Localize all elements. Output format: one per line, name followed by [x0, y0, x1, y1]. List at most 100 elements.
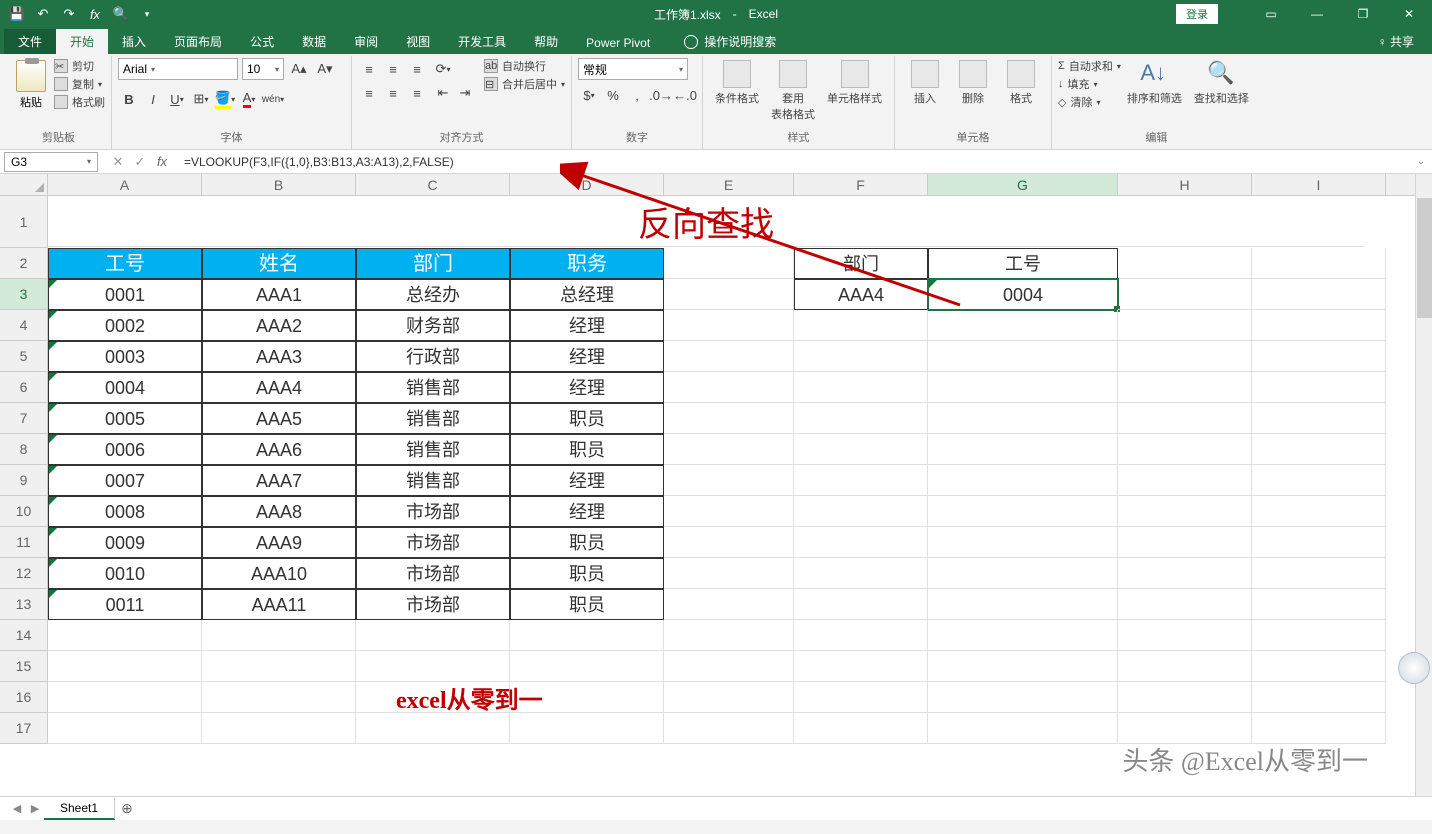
fill-color-button[interactable]: 🪣▾	[214, 88, 236, 110]
cell-D11[interactable]: 职员	[510, 527, 664, 558]
assistant-icon[interactable]	[1398, 652, 1430, 684]
cell-B12[interactable]: AAA10	[202, 558, 356, 589]
col-header-F[interactable]: F	[794, 174, 928, 195]
save-icon[interactable]: 💾	[6, 3, 28, 25]
tab-help[interactable]: 帮助	[520, 29, 572, 54]
autosum-button[interactable]: Σ自动求和▾	[1058, 58, 1121, 74]
col-header-H[interactable]: H	[1118, 174, 1252, 195]
select-all-button[interactable]	[0, 174, 48, 195]
number-format-combo[interactable]: 常规▾	[578, 58, 688, 80]
cell-G13[interactable]	[928, 589, 1118, 620]
orientation-button[interactable]: ⟳▾	[432, 58, 454, 80]
cell-F9[interactable]	[794, 465, 928, 496]
cell-B13[interactable]: AAA11	[202, 589, 356, 620]
cell-E5[interactable]	[664, 341, 794, 372]
cell-styles-button[interactable]: 单元格样式	[821, 58, 888, 108]
underline-button[interactable]: U▾	[166, 88, 188, 110]
wrap-text-button[interactable]: ab自动换行	[484, 58, 565, 74]
cell-B3[interactable]: AAA1	[202, 279, 356, 310]
cell-G3[interactable]: 0004	[928, 279, 1118, 310]
cell-B7[interactable]: AAA5	[202, 403, 356, 434]
cell-G6[interactable]	[928, 372, 1118, 403]
find-select-button[interactable]: 🔍查找和选择	[1188, 58, 1255, 108]
cell-B8[interactable]: AAA6	[202, 434, 356, 465]
cell-H4[interactable]	[1118, 310, 1252, 341]
cell-I7[interactable]	[1252, 403, 1386, 434]
confirm-formula-button[interactable]: ✓	[130, 154, 150, 170]
tab-file[interactable]: 文件	[4, 29, 56, 54]
cell-E4[interactable]	[664, 310, 794, 341]
cell-C2[interactable]: 部门	[356, 248, 510, 279]
cell-B10[interactable]: AAA8	[202, 496, 356, 527]
cell-C12[interactable]: 市场部	[356, 558, 510, 589]
cell-C6[interactable]: 销售部	[356, 372, 510, 403]
cell-B2[interactable]: 姓名	[202, 248, 356, 279]
row-header-1[interactable]: 1	[0, 196, 48, 248]
row-header-5[interactable]: 5	[0, 341, 48, 372]
cell-E9[interactable]	[664, 465, 794, 496]
fill-button[interactable]: ↓填充▾	[1058, 76, 1121, 92]
cell-I13[interactable]	[1252, 589, 1386, 620]
col-header-C[interactable]: C	[356, 174, 510, 195]
cell-C5[interactable]: 行政部	[356, 341, 510, 372]
tab-insert[interactable]: 插入	[108, 29, 160, 54]
cell-D5[interactable]: 经理	[510, 341, 664, 372]
cell-G4[interactable]	[928, 310, 1118, 341]
title-cell[interactable]: 反向查找	[48, 196, 1364, 247]
row-header-14[interactable]: 14	[0, 620, 48, 651]
cell-H7[interactable]	[1118, 403, 1252, 434]
cell-C8[interactable]: 销售部	[356, 434, 510, 465]
cell-A9[interactable]: 0007	[48, 465, 202, 496]
tab-developer[interactable]: 开发工具	[444, 29, 520, 54]
prev-sheet-button[interactable]: ◀	[13, 802, 21, 815]
row-header-7[interactable]: 7	[0, 403, 48, 434]
cell-A5[interactable]: 0003	[48, 341, 202, 372]
cell-G2[interactable]: 工号	[928, 248, 1118, 279]
cell-D8[interactable]: 职员	[510, 434, 664, 465]
col-header-I[interactable]: I	[1252, 174, 1386, 195]
cell-H9[interactable]	[1118, 465, 1252, 496]
cell-A10[interactable]: 0008	[48, 496, 202, 527]
cell-E2[interactable]	[664, 248, 794, 279]
cell-B11[interactable]: AAA9	[202, 527, 356, 558]
maximize-icon[interactable]: ❐	[1340, 0, 1386, 28]
copy-button[interactable]: 复制▾	[54, 76, 105, 92]
cell-I9[interactable]	[1252, 465, 1386, 496]
cell-E7[interactable]	[664, 403, 794, 434]
cell-F2[interactable]: 部门	[794, 248, 928, 279]
cell-D4[interactable]: 经理	[510, 310, 664, 341]
tab-review[interactable]: 审阅	[340, 29, 392, 54]
cell-A2[interactable]: 工号	[48, 248, 202, 279]
border-button[interactable]: ⊞▾	[190, 88, 212, 110]
cell-G10[interactable]	[928, 496, 1118, 527]
cell-C10[interactable]: 市场部	[356, 496, 510, 527]
grow-font-button[interactable]: A▴	[288, 58, 310, 80]
login-button[interactable]: 登录	[1176, 4, 1218, 24]
col-header-E[interactable]: E	[664, 174, 794, 195]
cell-F8[interactable]	[794, 434, 928, 465]
cell-C7[interactable]: 销售部	[356, 403, 510, 434]
row-header-11[interactable]: 11	[0, 527, 48, 558]
row-header-4[interactable]: 4	[0, 310, 48, 341]
next-sheet-button[interactable]: ▶	[31, 802, 39, 815]
cell-D13[interactable]: 职员	[510, 589, 664, 620]
expand-formula-bar-button[interactable]: ⌄	[1410, 156, 1432, 167]
insert-cells-button[interactable]: 插入	[901, 58, 949, 108]
format-painter-button[interactable]: 格式刷	[54, 94, 105, 110]
ribbon-options-icon[interactable]: ▭	[1248, 0, 1294, 28]
cell-G7[interactable]	[928, 403, 1118, 434]
cell-F4[interactable]	[794, 310, 928, 341]
align-top-button[interactable]: ≡	[358, 58, 380, 80]
row-header-12[interactable]: 12	[0, 558, 48, 589]
format-as-table-button[interactable]: 套用 表格格式	[765, 58, 821, 124]
cell-A7[interactable]: 0005	[48, 403, 202, 434]
align-right-button[interactable]: ≡	[406, 82, 428, 104]
cell-E10[interactable]	[664, 496, 794, 527]
cell-D12[interactable]: 职员	[510, 558, 664, 589]
decrease-decimal-button[interactable]: ←.0	[674, 84, 696, 106]
tell-me-search[interactable]: 操作说明搜索	[684, 33, 776, 54]
cut-button[interactable]: ✂剪切	[54, 58, 105, 74]
redo-icon[interactable]: ↷	[58, 3, 80, 25]
shrink-font-button[interactable]: A▾	[314, 58, 336, 80]
cell-H10[interactable]	[1118, 496, 1252, 527]
